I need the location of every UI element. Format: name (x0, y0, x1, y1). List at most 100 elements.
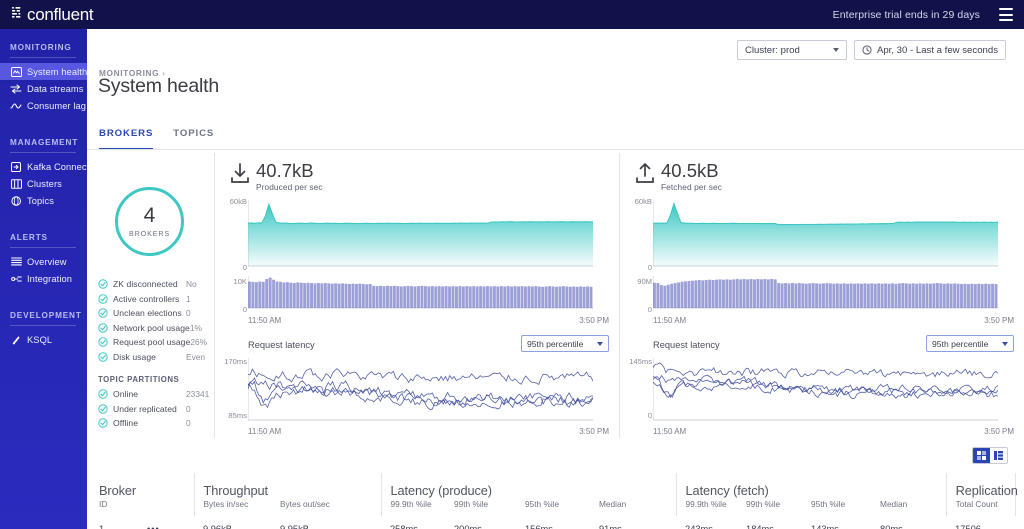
sidebar-item-label: Data streams (27, 83, 84, 94)
sidebar-item-integration[interactable]: Integration (0, 270, 87, 287)
partition-value: 0 (186, 418, 191, 429)
produced-x-start: 11:50 AM (248, 316, 282, 325)
fetched-plot[interactable] (653, 200, 998, 312)
sidebar-item-ksql[interactable]: KSQL (0, 331, 87, 348)
cell-produce-median: 91ms (599, 524, 622, 529)
brand-logo[interactable]: confluent (12, 0, 94, 29)
col-replication-total[interactable]: Total Count (945, 499, 1016, 516)
health-check-value: 1% (189, 322, 202, 333)
trial-notice: Enterprise trial ends in 29 days (832, 9, 980, 21)
time-range-selector[interactable]: Apr, 30 - Last a few seconds (853, 40, 1006, 60)
data-streams-icon (10, 83, 22, 95)
sidebar-section-title: DEVELOPMENT (10, 311, 82, 320)
col-p-999[interactable]: 99.9th %ile (380, 499, 455, 516)
sidebar-item-consumer-lag[interactable]: Consumer lag (0, 97, 87, 114)
check-ok-icon (98, 323, 108, 333)
page-title: System health (98, 75, 219, 97)
health-check-row: Unclean elections 0 (98, 306, 214, 321)
group-throughput: Throughput (193, 473, 382, 499)
integration-icon (10, 273, 22, 285)
sidebar-item-label: Kafka Connect (27, 161, 87, 172)
fetched-latency-plot[interactable] (653, 358, 998, 422)
tab-brokers[interactable]: BROKERS (99, 128, 154, 150)
col-bytes-out[interactable]: Bytes out/sec (280, 499, 381, 516)
tab-topics[interactable]: TOPICS (173, 128, 214, 150)
brokers-count: 4 (143, 204, 156, 227)
sidebar-item-label: System health (27, 66, 87, 77)
sidebar-item-data-streams[interactable]: Data streams (0, 80, 87, 97)
fetched-y-top-max: 60kB (634, 197, 652, 206)
cell-fetch-p999: 243ms (685, 524, 713, 529)
sidebar-item-system-health[interactable]: System health (0, 63, 87, 80)
sidebar-section-title: MONITORING (10, 43, 72, 52)
sidebar-item-overview[interactable]: Overview (0, 253, 87, 270)
health-check-row: ZK disconnected No (98, 277, 214, 292)
dashboard-panels: 4 BROKERS ZK disconnected No Active cont… (87, 150, 1024, 440)
fetched-percentile-value: 95th percentile (932, 338, 989, 349)
col-p-95[interactable]: 95th %ile (525, 499, 599, 516)
fetched-y-bot-max: 90M (637, 277, 652, 286)
fetched-lat-x-start: 11:50 AM (653, 427, 687, 436)
produced-chart-panel: 40.7kB Produced per sec 60kB 0 10K 0 11:… (215, 150, 619, 440)
produced-lat-y-min: 85ms (228, 411, 247, 420)
col-f-median[interactable]: Median (880, 499, 946, 516)
cluster-selector[interactable]: Cluster: prod (736, 40, 847, 60)
check-ok-icon (98, 294, 108, 304)
col-broker-id[interactable]: ID (87, 499, 194, 516)
overview-list-icon (10, 256, 22, 268)
main-content: Cluster: prod Apr, 30 - Last a few secon… (87, 29, 1024, 529)
table-row[interactable]: 1 ••• 9.96kB 9.95kB 258ms 200ms 156ms 91… (87, 516, 1024, 529)
ksql-icon (10, 334, 22, 346)
partition-value: 23341 (186, 389, 210, 400)
sidebar-item-clusters[interactable]: Clusters (0, 175, 87, 192)
col-p-median[interactable]: Median (599, 499, 676, 516)
partition-row: Under replicated 0 (98, 402, 214, 417)
row-menu-icon[interactable]: ••• (147, 516, 194, 529)
health-check-list: ZK disconnected No Active controllers 1 … (98, 277, 214, 431)
fetched-x-start: 11:50 AM (653, 316, 687, 325)
fetched-x-end: 3:50 PM (984, 316, 1014, 325)
col-f-999[interactable]: 99.9th %ile (675, 499, 747, 516)
health-check-label: ZK disconnected (113, 279, 178, 290)
produced-chart-header: 40.7kB Produced per sec (229, 161, 323, 192)
sidebar-section-alerts: ALERTS Overview Integration (0, 233, 87, 287)
partition-row: Online 23341 (98, 387, 214, 402)
produced-percentile-select[interactable]: 95th percentile (521, 335, 609, 352)
produced-latency-plot[interactable] (248, 358, 593, 422)
fetched-percentile-select[interactable]: 95th percentile (926, 335, 1014, 352)
hamburger-menu-icon[interactable] (999, 8, 1013, 21)
health-check-label: Disk usage (113, 351, 157, 362)
fetched-lat-y-max: 145ms (629, 357, 652, 366)
sidebar-item-kafka-connect[interactable]: Kafka Connect (0, 158, 87, 175)
produced-y-top-min: 0 (242, 263, 247, 272)
health-check-value: 0 (186, 308, 191, 319)
fetched-chart-panel: 40.5kB Fetched per sec 60kB 0 90M 0 11:5… (620, 150, 1024, 440)
check-ok-icon (98, 308, 108, 318)
group-latency-produce: Latency (produce) (380, 473, 677, 499)
view-toggle (972, 447, 1008, 464)
col-f-95[interactable]: 95th %ile (811, 499, 880, 516)
fetched-lat-x-end: 3:50 PM (984, 427, 1014, 436)
header-controls: Cluster: prod Apr, 30 - Last a few secon… (736, 40, 1006, 60)
check-ok-icon (98, 279, 108, 289)
sidebar-item-topics[interactable]: Topics (0, 192, 87, 209)
grid-view-icon[interactable] (973, 448, 990, 463)
system-health-icon (10, 66, 22, 78)
col-segment-size[interactable]: Size (1014, 499, 1024, 516)
health-summary-panel: 4 BROKERS ZK disconnected No Active cont… (87, 150, 214, 440)
table-column-header-row: ID Bytes in/sec Bytes out/sec 99.9th %il… (87, 499, 1024, 516)
col-p-99[interactable]: 99th %ile (454, 499, 525, 516)
check-ok-icon (98, 337, 108, 347)
divider (10, 152, 76, 153)
produced-y-top-max: 60kB (229, 197, 247, 206)
col-bytes-in[interactable]: Bytes in/sec (193, 499, 280, 516)
upload-arrow-icon (634, 162, 656, 186)
list-view-icon[interactable] (990, 448, 1007, 463)
produced-plot[interactable] (248, 200, 593, 312)
produced-latency-title: Request latency (248, 340, 315, 350)
produced-percentile-value: 95th percentile (527, 338, 584, 349)
col-f-99[interactable]: 99th %ile (746, 499, 811, 516)
fetched-lat-y-min: 0 (647, 411, 652, 420)
brand-name: confluent (27, 4, 94, 24)
cell-produce-p99: 200ms (454, 524, 482, 529)
